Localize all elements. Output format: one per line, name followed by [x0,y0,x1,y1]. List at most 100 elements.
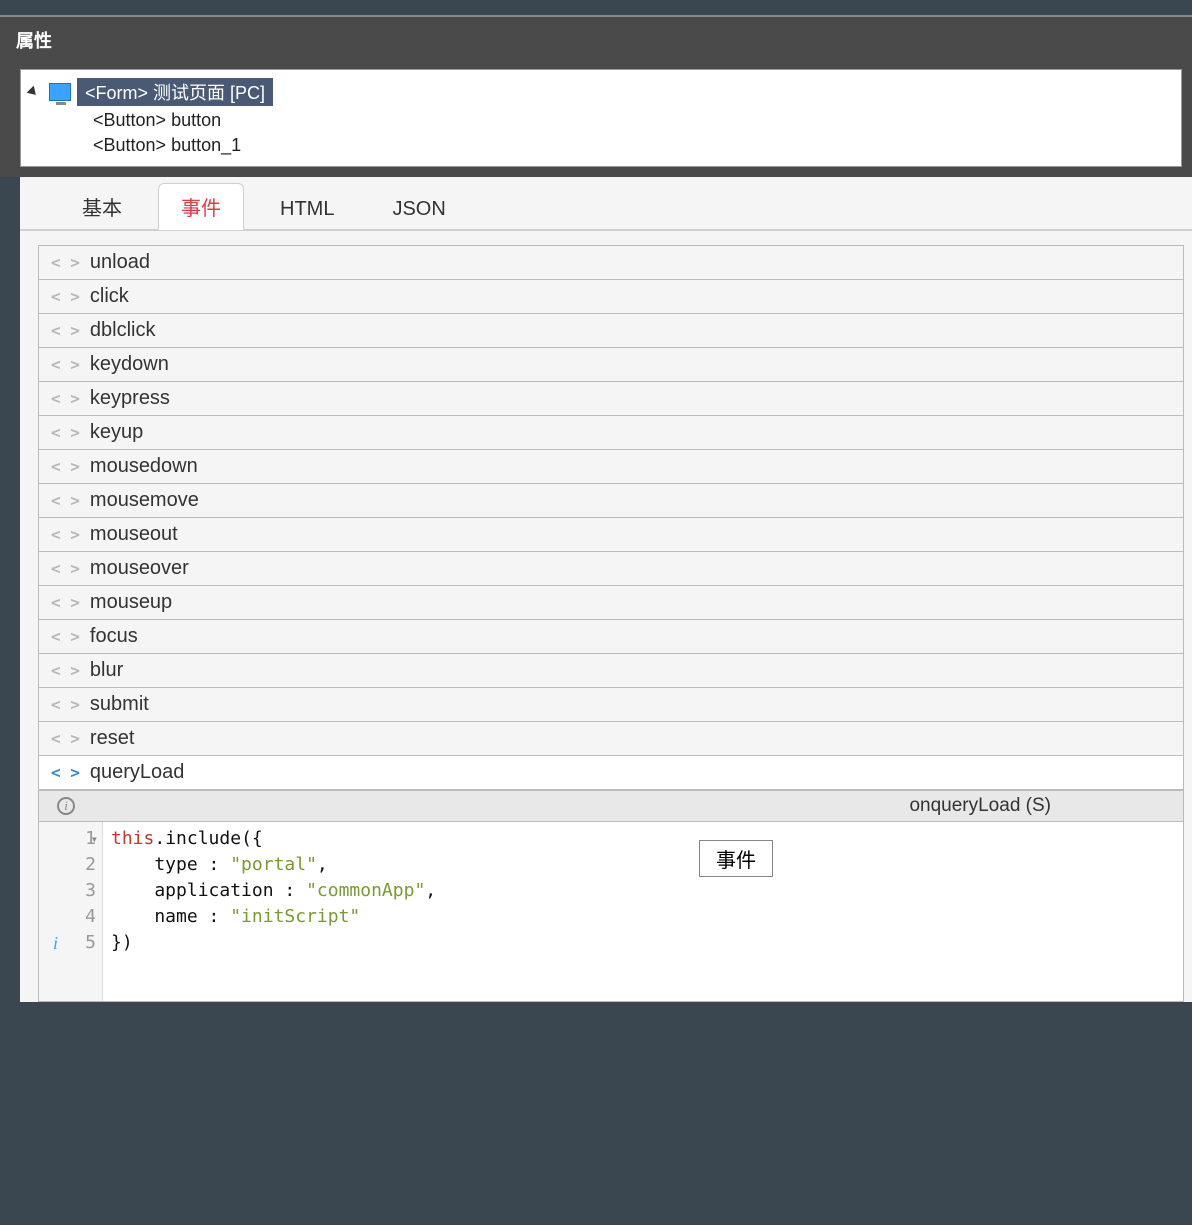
gutter-line: 3 [45,878,96,904]
event-item-submit[interactable]: < > submit [39,688,1183,722]
tab-html-label: HTML [280,198,334,220]
code-line[interactable]: application : "commonApp", [111,878,436,904]
editor-header-title: onqueryLoad (S) [909,795,1051,817]
tree-child-label: <Button> button [93,110,221,131]
form-icon [49,83,71,101]
panel-title-bar: 属性 [0,15,1192,63]
tree-child-label: <Button> button_1 [93,135,241,156]
fold-arrow-icon[interactable]: ▾ [91,826,98,852]
code-token: , [425,880,436,901]
event-item-mouseout[interactable]: < > mouseout [39,518,1183,552]
event-item-mousedown[interactable]: < > mousedown [39,450,1183,484]
event-item-label: keydown [90,353,169,376]
angle-bracket-icon: < > [51,627,80,646]
code-token: "commonApp" [306,880,425,901]
tree-row-root[interactable]: <Form> 测试页面 [PC] [29,76,1173,108]
event-item-label: reset [90,727,134,750]
event-item-label: mousedown [90,455,198,478]
code-line[interactable]: name : "initScript" [111,904,436,930]
component-tree: <Form> 测试页面 [PC] <Button> button <Button… [20,69,1182,167]
tooltip-box: 事件 [699,840,773,877]
angle-bracket-icon: < > [51,525,80,544]
event-item-mouseover[interactable]: < > mouseover [39,552,1183,586]
properties-panel: 属性 <Form> 测试页面 [PC] <Button> button <But… [0,15,1192,177]
event-item-keydown[interactable]: < > keydown [39,348,1183,382]
window-top-strip [0,0,1192,15]
code-token: , [317,854,328,875]
code-token: ({ [241,828,263,849]
event-item-click[interactable]: < > click [39,280,1183,314]
code-token: "initScript" [230,906,360,927]
event-item-label: mousemove [90,489,199,512]
panel-body: <Form> 测试页面 [PC] <Button> button <Button… [0,63,1192,177]
event-item-label: keypress [90,387,170,410]
gutter-line: i5 [45,930,96,956]
event-item-keyup[interactable]: < > keyup [39,416,1183,450]
info-icon[interactable]: i [57,797,75,815]
event-item-unload[interactable]: < > unload [39,246,1183,280]
code-line[interactable]: }) [111,930,436,956]
event-item-dblclick[interactable]: < >dblclick [39,314,1183,348]
angle-bracket-icon: < > [51,661,80,680]
event-item-label: submit [90,693,149,716]
angle-bracket-icon: < > [51,491,80,510]
code-line[interactable]: this.include({ [111,826,436,852]
angle-bracket-icon: < > [51,457,80,476]
event-item-focus[interactable]: < > focus [39,620,1183,654]
code-lines[interactable]: this.include({ type : "portal", applicat… [103,822,444,1001]
code-token: .include [154,828,241,849]
angle-bracket-icon: < > [51,389,80,408]
gutter-line: 2 [45,852,96,878]
angle-bracket-icon: < > [51,729,80,748]
code-token: type : [111,854,230,875]
angle-bracket-icon: < > [51,695,80,714]
tree-row-child[interactable]: <Button> button [29,108,1173,133]
tree-root-label[interactable]: <Form> 测试页面 [PC] [77,78,273,106]
event-item-label: queryLoad [90,761,185,784]
content-area: < >unload< >click< >dblclick< >keydown< … [20,231,1192,1002]
tab-html[interactable]: HTML [258,190,356,229]
event-item-reset[interactable]: < > reset [39,722,1183,756]
code-line[interactable]: type : "portal", [111,852,436,878]
angle-bracket-icon: < > [51,253,80,272]
tab-event[interactable]: 事件 [158,183,244,230]
angle-bracket-icon: < > [51,593,80,612]
code-editor[interactable]: 1▾234i5 this.include({ type : "portal", … [38,822,1184,1002]
event-item-mousemove[interactable]: < > mousemove [39,484,1183,518]
angle-bracket-icon: < > [51,423,80,442]
event-item-label: keyup [90,421,143,444]
tab-basic[interactable]: 基本 [60,184,144,229]
code-token: name : [111,906,230,927]
event-item-blur[interactable]: < > blur [39,654,1183,688]
tab-json-label: JSON [392,198,445,220]
event-item-label: blur [90,659,123,682]
event-item-label: mouseup [90,591,172,614]
angle-bracket-icon: < > [51,321,80,340]
tab-basic-label: 基本 [82,198,122,220]
tab-json[interactable]: JSON [370,190,467,229]
event-item-label: mouseout [90,523,178,546]
gutter-line: 1▾ [45,826,96,852]
code-gutter: 1▾234i5 [39,822,103,1001]
event-list: < >unload< >click< >dblclick< >keydown< … [38,245,1184,791]
angle-bracket-icon: < > [51,355,80,374]
angle-bracket-icon: < > [51,559,80,578]
event-item-label: unload [90,251,150,274]
event-item-label: focus [90,625,138,648]
event-item-label: click [90,285,129,308]
code-token: "portal" [230,854,317,875]
tabs-row: 基本 事件 HTML JSON [20,177,1192,231]
gutter-line: 4 [45,904,96,930]
angle-bracket-icon: < > [51,763,80,782]
code-token: }) [111,932,133,953]
tree-toggle-icon[interactable] [27,86,40,99]
event-item-label: mouseover [90,557,189,580]
angle-bracket-icon: < > [51,287,80,306]
code-token: this [111,828,154,849]
event-item-queryLoad[interactable]: < > queryLoad [39,756,1183,790]
gutter-info-icon: i [53,930,58,956]
event-item-mouseup[interactable]: < > mouseup [39,586,1183,620]
tab-event-label: 事件 [181,198,221,220]
event-item-keypress[interactable]: < > keypress [39,382,1183,416]
tree-row-child[interactable]: <Button> button_1 [29,133,1173,158]
